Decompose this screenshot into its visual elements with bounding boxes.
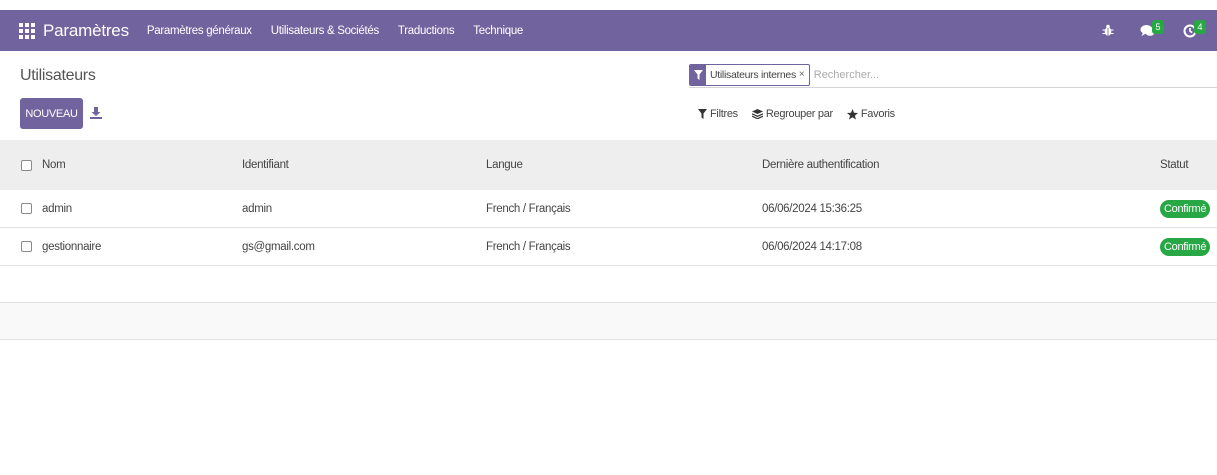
activities-clock-icon[interactable]: 4 [1183, 19, 1206, 38]
search-bar: Utilisateurs internes × [689, 62, 1217, 88]
cell-login: gs@gmail.com [242, 240, 315, 253]
empty-row [0, 266, 1217, 303]
star-icon [846, 108, 858, 119]
facet-remove-icon[interactable]: × [799, 65, 809, 85]
cell-name: gestionnaire [42, 240, 102, 253]
activities-count-badge: 4 [1194, 19, 1206, 34]
cell-last-auth: 06/06/2024 15:36:25 [762, 202, 862, 215]
table-row[interactable]: gestionnaire gs@gmail.com French / Franç… [0, 228, 1217, 266]
filter-facet-icon [690, 64, 706, 85]
column-header-login[interactable]: Identifiant [242, 159, 289, 171]
favorites-label: Favoris [860, 108, 895, 120]
cell-language: French / Français [486, 202, 571, 215]
menu-general-settings[interactable]: Paramètres généraux [147, 25, 252, 37]
status-badge: Confirmé [1160, 199, 1211, 218]
page-title: Utilisateurs [20, 67, 96, 84]
cell-last-auth: 06/06/2024 14:17:08 [762, 240, 862, 253]
row-checkbox[interactable] [21, 241, 32, 252]
status-badge: Confirmé [1160, 237, 1211, 256]
column-header-name[interactable]: Nom [42, 159, 66, 171]
menu-users-companies[interactable]: Utilisateurs & Sociétés [271, 25, 379, 37]
favorites-button[interactable]: Favoris [846, 108, 895, 120]
empty-row [0, 303, 1217, 340]
cell-language: French / Français [486, 240, 571, 253]
filters-button[interactable]: Filtres [698, 108, 738, 120]
top-navbar: Paramètres Paramètres généraux Utilisate… [0, 10, 1217, 51]
users-table: Nom Identifiant Langue Dernière authenti… [0, 140, 1217, 340]
messages-icon[interactable]: 5 [1140, 20, 1164, 37]
systray: 5 4 [1102, 10, 1217, 51]
search-facet[interactable]: Utilisateurs internes × [689, 63, 810, 86]
search-options: Filtres Regrouper par Favoris [698, 108, 909, 120]
group-by-label: Regrouper par [765, 108, 833, 120]
search-input[interactable] [813, 68, 1114, 81]
filter-icon [698, 109, 707, 119]
debug-bug-icon[interactable] [1102, 24, 1114, 37]
facet-label: Utilisateurs internes [710, 68, 796, 81]
table-header: Nom Identifiant Langue Dernière authenti… [0, 140, 1217, 190]
new-button[interactable]: NOUVEAU [20, 98, 83, 129]
group-by-button[interactable]: Regrouper par [751, 108, 833, 120]
column-header-language[interactable]: Langue [486, 159, 523, 171]
top-strip [0, 0, 1217, 10]
cell-name: admin [42, 202, 72, 215]
messages-count-badge: 5 [1152, 20, 1164, 34]
layers-icon [751, 109, 763, 119]
row-checkbox[interactable] [21, 203, 32, 214]
filters-label: Filtres [710, 108, 738, 120]
column-header-status[interactable]: Statut [1160, 159, 1189, 171]
select-all-checkbox[interactable] [21, 159, 32, 171]
column-header-last-auth[interactable]: Dernière authentification [762, 159, 879, 171]
table-row[interactable]: admin admin French / Français 06/06/2024… [0, 190, 1217, 228]
apps-menu-icon[interactable] [19, 22, 35, 39]
app-name[interactable]: Paramètres [43, 21, 129, 41]
menu-technical[interactable]: Technique [473, 25, 523, 37]
download-icon[interactable] [89, 106, 103, 120]
cell-login: admin [242, 202, 272, 215]
menu-translations[interactable]: Traductions [398, 25, 455, 37]
